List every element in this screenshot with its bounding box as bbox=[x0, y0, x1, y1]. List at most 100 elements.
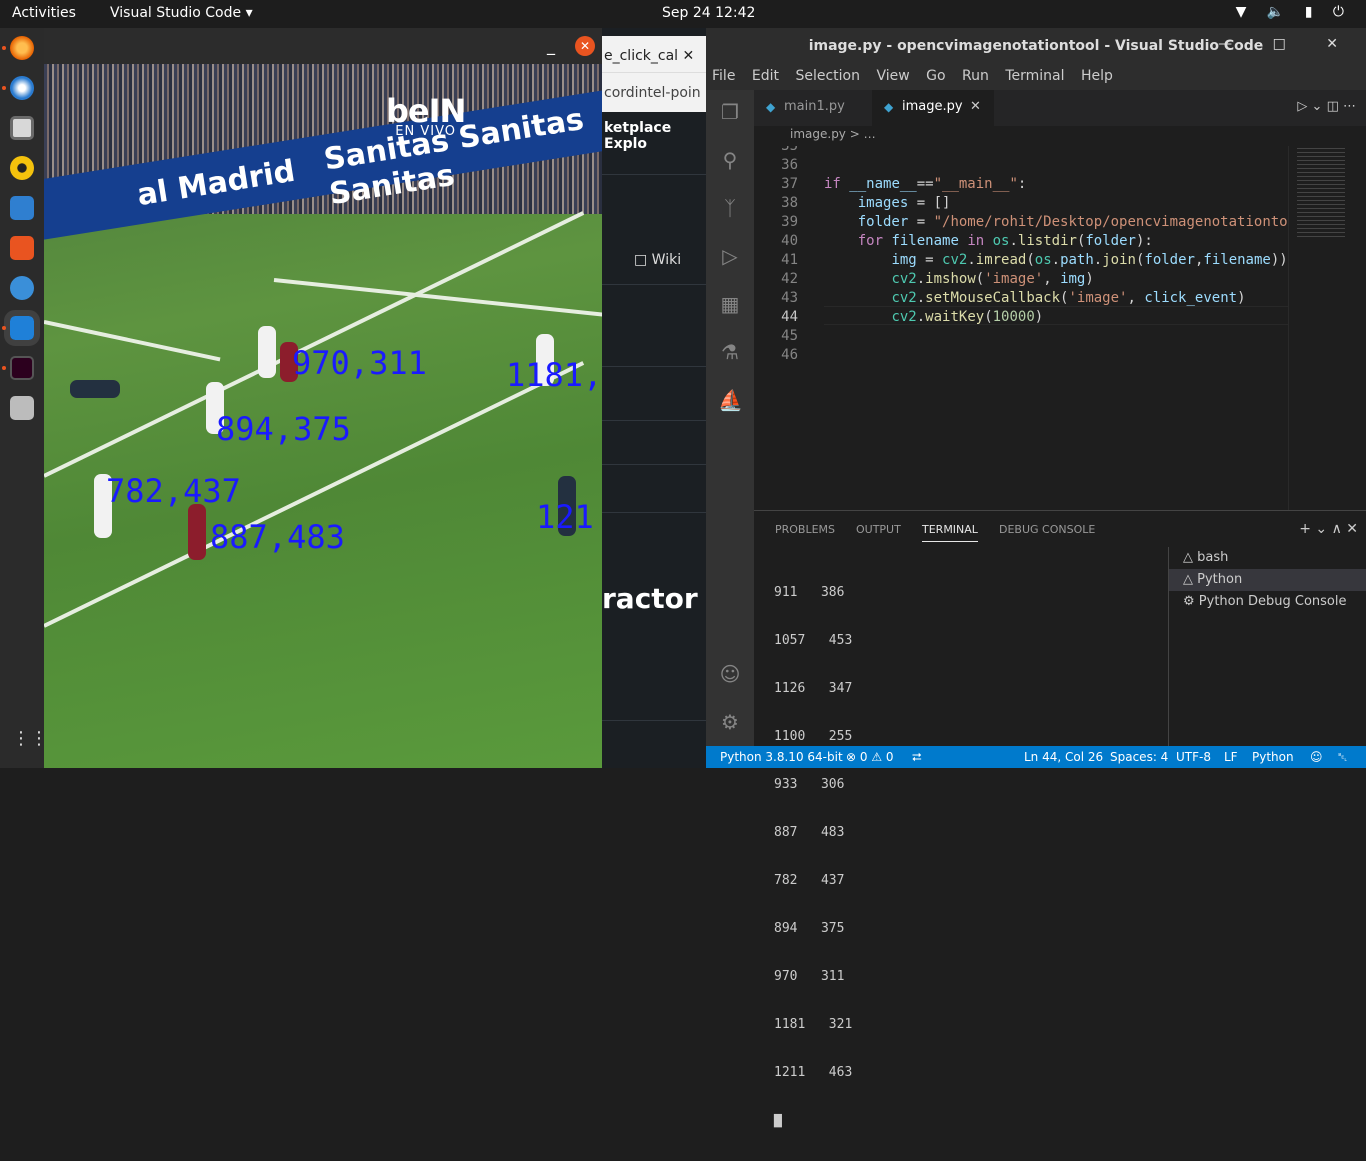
python-interpreter[interactable]: Python 3.8.10 64-bit bbox=[720, 750, 843, 764]
menu-view[interactable]: View bbox=[876, 68, 909, 84]
menu-file[interactable]: File bbox=[712, 68, 735, 84]
terminal-line: 933 306 bbox=[774, 777, 845, 792]
coord-label: 887,483 bbox=[210, 518, 345, 556]
docker-icon[interactable]: ⛵ bbox=[718, 388, 743, 412]
divider bbox=[602, 464, 706, 465]
terminal-item-label: bash bbox=[1197, 550, 1229, 565]
settings-gear-icon[interactable]: ⚙ bbox=[718, 710, 742, 734]
football-image[interactable]: Sanitas Sanitas Sanitas al Madrid beIN E… bbox=[44, 64, 602, 768]
notifications-icon[interactable]: ␇ bbox=[1338, 750, 1348, 765]
problems-count[interactable]: ⊗ 0 ⚠ 0 bbox=[846, 750, 894, 764]
files-icon[interactable] bbox=[10, 116, 34, 140]
running-dot bbox=[2, 46, 6, 50]
editor-actions[interactable]: ▷ ⌄ ◫ ⋯ bbox=[1297, 99, 1356, 114]
browser-tab[interactable]: e_click_cal ✕ bbox=[602, 36, 706, 72]
code-editor[interactable]: 35 36 37 38 39 40 41 42 43 44 45 46 if _… bbox=[754, 146, 1288, 510]
tab-terminal[interactable]: TERMINAL bbox=[922, 523, 978, 542]
menu-selection[interactable]: Selection bbox=[795, 68, 860, 84]
run-debug-icon[interactable]: ▷ bbox=[718, 244, 742, 268]
divider bbox=[602, 366, 706, 367]
activities-button[interactable]: Activities bbox=[12, 5, 76, 21]
wiki-link[interactable]: □ Wiki bbox=[634, 252, 681, 268]
activity-bar: ❐ ⚲ ᛉ ▷ ▦ ⚗ ⛵ ☺ ⚙ bbox=[706, 90, 754, 746]
line-number: 44 bbox=[781, 309, 798, 325]
tab-output[interactable]: OUTPUT bbox=[856, 523, 901, 536]
line-number: 38 bbox=[781, 195, 798, 211]
logo-subtext: EN VIVO bbox=[395, 124, 456, 139]
firefox-icon[interactable] bbox=[10, 36, 34, 60]
writer-icon[interactable] bbox=[10, 196, 34, 220]
rhythmbox-icon[interactable] bbox=[10, 156, 34, 180]
tab-close-button[interactable]: ✕ bbox=[970, 99, 981, 114]
python-file-icon: ◆ bbox=[766, 100, 776, 114]
menu-go[interactable]: Go bbox=[926, 68, 945, 84]
tab-debug-console[interactable]: DEBUG CONSOLE bbox=[999, 523, 1095, 536]
minimap[interactable] bbox=[1288, 146, 1366, 510]
coord-label: 970,311 bbox=[292, 344, 427, 382]
code-line: img = cv2.imread(os.path.join(folder,fil… bbox=[891, 252, 1288, 268]
window-controls[interactable]: — □ ✕ bbox=[1218, 36, 1356, 52]
menu-edit[interactable]: Edit bbox=[752, 68, 779, 84]
vscode-window: image.py - opencvimagenotationtool - Vis… bbox=[706, 28, 1366, 1128]
cursor-position[interactable]: Ln 44, Col 26 bbox=[1024, 750, 1103, 764]
terminal-line: 1181 321 bbox=[774, 1017, 853, 1032]
source-control-icon[interactable]: ᛉ bbox=[718, 196, 742, 220]
explorer-icon[interactable]: ❐ bbox=[718, 100, 742, 124]
thunderbird-icon[interactable] bbox=[10, 76, 34, 100]
tab-problems[interactable]: PROBLEMS bbox=[775, 523, 835, 536]
tab-image[interactable]: ◆ image.py ✕ bbox=[872, 90, 994, 126]
line-number: 42 bbox=[781, 271, 798, 287]
divider bbox=[602, 720, 706, 721]
breadcrumb[interactable]: image.py > … bbox=[754, 126, 1366, 146]
drive-icon[interactable] bbox=[10, 396, 34, 420]
encoding[interactable]: UTF-8 bbox=[1176, 750, 1211, 764]
code-line: images = [] bbox=[857, 195, 951, 211]
menu-run[interactable]: Run bbox=[962, 68, 989, 84]
terminal-item-python-debug[interactable]: ⚙ Python Debug Console bbox=[1169, 591, 1366, 613]
terminal-line: 782 437 bbox=[774, 873, 845, 888]
panel-actions[interactable]: + ⌄ ∧ ✕ bbox=[1299, 521, 1358, 537]
menu-terminal[interactable]: Terminal bbox=[1005, 68, 1064, 84]
terminal-line: 887 483 bbox=[774, 825, 845, 840]
indentation[interactable]: Spaces: 4 bbox=[1110, 750, 1168, 764]
tab-label: main1.py bbox=[784, 99, 845, 114]
terminal-line: 911 386 bbox=[774, 585, 845, 600]
coord-label: 121 bbox=[536, 498, 594, 536]
coord-label: 894,375 bbox=[216, 410, 351, 448]
minimize-button[interactable]: _ bbox=[547, 36, 555, 55]
divider bbox=[602, 420, 706, 421]
browser-address-bar[interactable]: cordintel-poin bbox=[602, 72, 706, 112]
terminal-item-python[interactable]: △ Python bbox=[1169, 569, 1366, 591]
end-of-line[interactable]: LF bbox=[1224, 750, 1238, 764]
coord-label: 1181,3 bbox=[506, 356, 602, 394]
account-icon[interactable]: ☺ bbox=[718, 662, 742, 686]
line-number: 36 bbox=[781, 157, 798, 173]
line-number: 45 bbox=[781, 328, 798, 344]
terminal-line: 970 311 bbox=[774, 969, 845, 984]
terminal-output[interactable]: 911 386 1057 453 1126 347 1100 255 933 3… bbox=[774, 553, 1154, 1161]
help-icon[interactable] bbox=[10, 276, 34, 300]
feedback-icon[interactable]: ☺ bbox=[1310, 750, 1323, 764]
line-number: 39 bbox=[781, 214, 798, 230]
running-dot bbox=[2, 366, 6, 370]
language-mode[interactable]: Python bbox=[1252, 750, 1294, 764]
divider bbox=[602, 512, 706, 513]
vscode-icon[interactable] bbox=[4, 310, 40, 346]
menu-help[interactable]: Help bbox=[1081, 68, 1113, 84]
search-icon[interactable]: ⚲ bbox=[718, 148, 742, 172]
clock[interactable]: Sep 24 12:42 bbox=[662, 5, 755, 21]
terminal-item-bash[interactable]: △ bash bbox=[1169, 547, 1366, 569]
extensions-icon[interactable]: ▦ bbox=[718, 292, 742, 316]
tab-main1[interactable]: ◆ main1.py bbox=[754, 90, 872, 126]
terminal-icon[interactable] bbox=[10, 356, 34, 380]
code-line: if __name__=="__main__": bbox=[824, 176, 1027, 192]
line-number: 41 bbox=[781, 252, 798, 268]
software-icon[interactable] bbox=[10, 236, 34, 260]
close-button[interactable]: ✕ bbox=[575, 36, 595, 56]
browser-nav-links[interactable]: ketplace Explo bbox=[602, 120, 706, 152]
app-menu[interactable]: Visual Studio Code ▾ bbox=[110, 5, 253, 21]
system-tray[interactable]: ▼ 🔈 ▮ ⏻ bbox=[1236, 4, 1352, 20]
terminal-cursor: ▇ bbox=[774, 1113, 782, 1128]
testing-icon[interactable]: ⚗ bbox=[718, 340, 742, 364]
debug-icon[interactable]: ⮂ bbox=[912, 750, 922, 765]
